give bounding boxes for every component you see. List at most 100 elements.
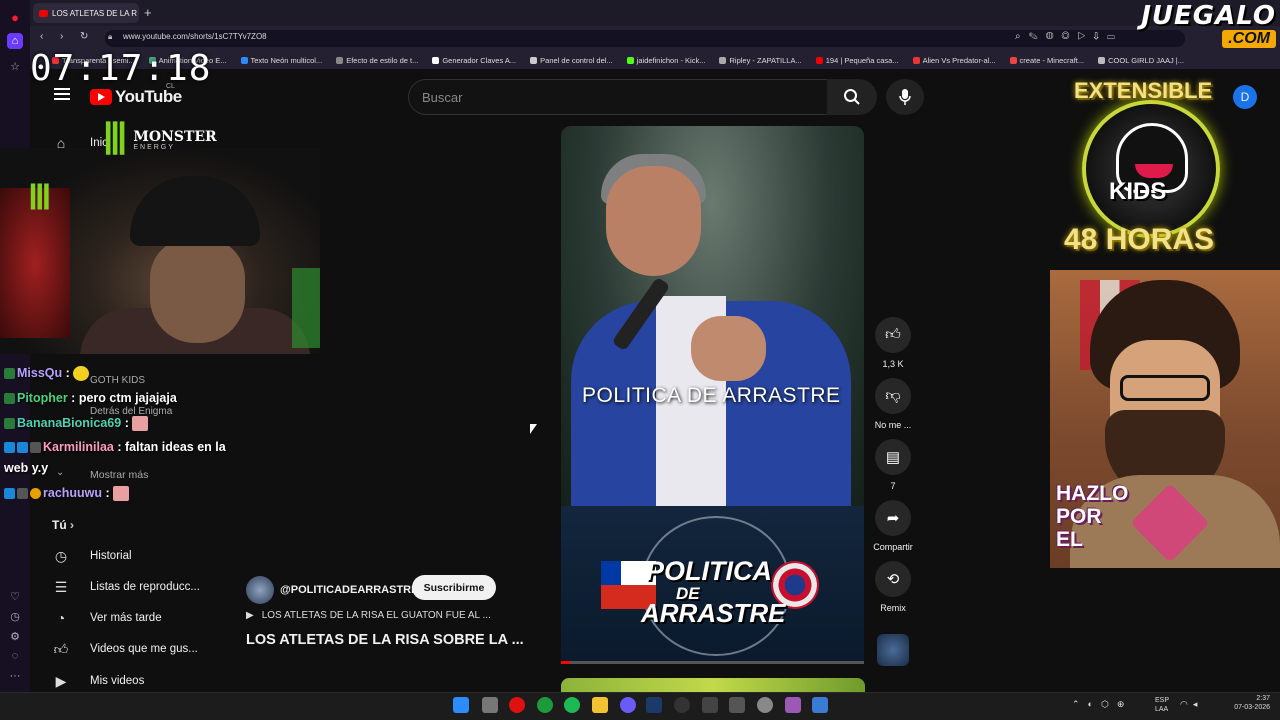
- bookmark-item[interactable]: 194 | Pequeña casa...: [815, 56, 899, 65]
- short-video-player[interactable]: [561, 126, 864, 506]
- share-button[interactable]: ➦ Compartir: [873, 500, 913, 552]
- history-icon[interactable]: ◷: [7, 608, 23, 624]
- new-tab-icon[interactable]: +: [144, 5, 152, 20]
- tab-active[interactable]: LOS ATLETAS DE LA R: [33, 3, 139, 23]
- toolbar-icons[interactable]: ⌕✎◍◎▷⇩▭: [1015, 31, 1123, 42]
- sidebar-item-liked[interactable]: 👍︎ Videos que me gus...: [52, 640, 198, 658]
- sidebar-item-watch-later[interactable]: ◔ Ver más tarde: [52, 609, 162, 627]
- next-short-preview[interactable]: [561, 678, 865, 692]
- account-avatar[interactable]: D: [1233, 85, 1257, 109]
- opera-taskbar-icon[interactable]: [509, 697, 525, 713]
- hamburger-menu-icon[interactable]: [54, 88, 70, 100]
- spotify-icon[interactable]: [564, 697, 580, 713]
- chrome-icon[interactable]: [757, 697, 773, 713]
- bookmark-item[interactable]: jaidefinichon - Kick...: [626, 56, 705, 65]
- obs-icon[interactable]: [674, 697, 690, 713]
- search-button[interactable]: [827, 79, 877, 115]
- bookmark-item[interactable]: Ripley - ZAPATILLA...: [719, 56, 802, 65]
- chevron-down-icon[interactable]: ⌄: [56, 467, 64, 478]
- lightbulb-icon[interactable]: ◌: [7, 648, 23, 664]
- sidebar-item-history[interactable]: ◷ Historial: [52, 547, 132, 565]
- clock-icon: ◔: [56, 610, 66, 626]
- bookmark-item[interactable]: create - Minecraft...: [1009, 56, 1084, 65]
- youtube-logo-text: YouTube: [115, 87, 182, 106]
- app3-icon[interactable]: [812, 697, 828, 713]
- thumbs-up-icon: 👍︎: [875, 317, 911, 353]
- tab-bar: [30, 0, 1280, 26]
- monster-energy-logo: Ⅲ MONSTER ENERGY: [100, 118, 217, 162]
- windows-start-icon[interactable]: [453, 697, 469, 713]
- browser-sidebar: ● ⌂ ☆ ♡ ◷ ⚙ ◌ ···: [0, 0, 30, 720]
- chat-message: BananaBionica69 :: [4, 416, 149, 432]
- bookmark-item[interactable]: Efecto de estilo de t...: [336, 56, 418, 65]
- youtube-favicon-icon: [39, 9, 48, 17]
- bookmark-item[interactable]: Texto Neón multicol...: [240, 56, 322, 65]
- taskview-icon[interactable]: [482, 697, 498, 713]
- bookmark-item[interactable]: COOL GIRLD JAAJ |...: [1098, 56, 1184, 65]
- more-icon[interactable]: ···: [7, 668, 23, 684]
- comments-button[interactable]: ▤ 7: [875, 439, 911, 491]
- video-title[interactable]: LOS ATLETAS DE LA RISA SOBRE LA ...: [246, 632, 524, 648]
- system-clock[interactable]: 2:37 07-03-2026: [1234, 694, 1270, 712]
- app-icon[interactable]: [729, 697, 745, 713]
- song-info[interactable]: ▶ LOS ATLETAS DE LA RISA EL GUATON FUE A…: [246, 610, 491, 621]
- search-icon: [844, 89, 860, 105]
- song-title: LOS ATLETAS DE LA RISA EL GUATON FUE AL …: [261, 610, 491, 621]
- bookmark-favicon-icon: [336, 56, 344, 64]
- youtube-logo[interactable]: YouTube: [90, 87, 182, 107]
- url-text[interactable]: www.youtube.com/shorts/1sC7TYv7ZO8: [123, 32, 267, 41]
- chat-badge-icon: [4, 368, 15, 380]
- channel-info[interactable]: @POLITICADEARRASTRE: [246, 576, 418, 604]
- monster-claw-logo-icon: Ⅲ: [103, 115, 128, 164]
- chat-message-continued: web y.y: [4, 461, 49, 475]
- bookmark-favicon-icon: [240, 56, 248, 64]
- reload-icon[interactable]: ↻: [80, 31, 88, 42]
- juegalo-com: .COM: [1222, 30, 1276, 48]
- bookmark-item[interactable]: Generador Claves A...: [432, 56, 516, 65]
- comment-icon: ▤: [875, 439, 911, 475]
- subscribe-button[interactable]: Suscribirme: [412, 575, 496, 600]
- capcut-icon[interactable]: [702, 697, 718, 713]
- settings-icon[interactable]: ⚙: [7, 628, 23, 644]
- remix-icon: ⟲: [875, 561, 911, 597]
- sidebar-item-my-videos[interactable]: ▶ Mis videos: [52, 672, 145, 690]
- voice-search-button[interactable]: [886, 79, 924, 115]
- tray-icons[interactable]: ⌃◐⬡⊕: [1072, 699, 1132, 710]
- sidebar-section-you[interactable]: Tú ›: [52, 518, 74, 532]
- forward-icon[interactable]: ›: [60, 31, 63, 42]
- thumbs-up-icon: 👍︎: [53, 640, 69, 657]
- sidebar-sub-goth-kids[interactable]: GOTH KIDS: [90, 375, 145, 386]
- chat-badge-icon: [17, 442, 28, 454]
- opera-logo-icon[interactable]: ●: [7, 9, 23, 25]
- bookmark-item[interactable]: Alien Vs Predator-al...: [912, 56, 996, 65]
- play-icon: ▶: [246, 610, 254, 621]
- progress-fill: [561, 661, 571, 664]
- chat-badge-icon: [4, 418, 15, 430]
- xbox-icon[interactable]: [537, 697, 553, 713]
- remix-button[interactable]: ⟲ Remix: [875, 561, 911, 613]
- channel-avatar[interactable]: [246, 576, 274, 604]
- back-icon[interactable]: ‹: [40, 31, 43, 42]
- app2-icon[interactable]: [785, 697, 801, 713]
- workspace-icon[interactable]: ⌂: [7, 33, 23, 49]
- video-progress-bar[interactable]: [561, 661, 864, 664]
- like-button[interactable]: 👍︎ 1,3 K: [875, 317, 911, 369]
- search-input[interactable]: Buscar: [408, 79, 828, 115]
- sidebar-item-playlists[interactable]: ☰ Listas de reproducc...: [52, 578, 200, 596]
- language-indicator[interactable]: ESP LAA: [1155, 696, 1169, 714]
- heart-icon[interactable]: ♡: [7, 588, 23, 604]
- folder-icon[interactable]: [592, 697, 608, 713]
- dislike-button[interactable]: 👎︎ No me ...: [875, 378, 911, 430]
- discord-icon[interactable]: [620, 697, 636, 713]
- wifi-volume-icons[interactable]: ◠◂: [1180, 699, 1202, 710]
- pin-icon[interactable]: ☆: [7, 58, 23, 74]
- stream-clock: 07:17:18: [30, 48, 212, 89]
- bookmark-favicon-icon: [432, 56, 440, 64]
- channel-thumbnail[interactable]: [877, 634, 909, 666]
- channel-name[interactable]: @POLITICADEARRASTRE: [280, 584, 418, 596]
- sidebar-show-more[interactable]: Mostrar más: [90, 469, 148, 481]
- steam-icon[interactable]: [646, 697, 662, 713]
- bookmark-favicon-icon: [1009, 56, 1017, 64]
- bookmark-item[interactable]: Panel de control del...: [530, 56, 613, 65]
- search-placeholder: Buscar: [422, 89, 463, 105]
